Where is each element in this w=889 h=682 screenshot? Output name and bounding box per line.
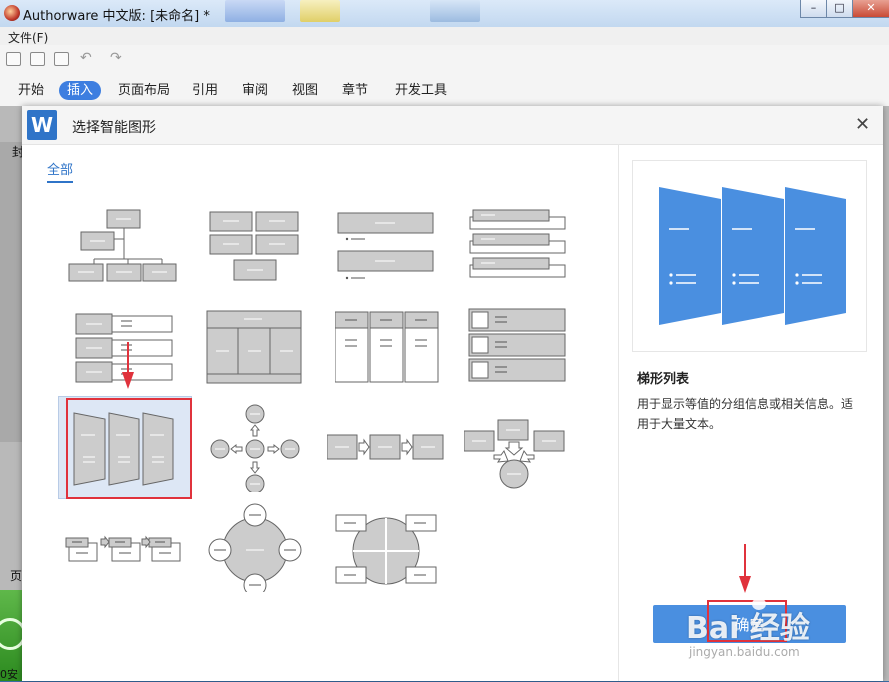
red-arrow-icon xyxy=(122,342,134,389)
window-title: Authorware 中文版: [未命名] * xyxy=(23,9,210,24)
ribbon-tabs: 开始 插入 页面布局 引用 审阅 视图 章节 开发工具 xyxy=(0,73,889,106)
minimize-button[interactable]: – xyxy=(800,0,827,18)
tab-page-layout[interactable]: 页面布局 xyxy=(118,81,170,100)
thumb-step-process[interactable] xyxy=(64,518,192,608)
thumb-column-cards[interactable] xyxy=(335,306,463,396)
dialog-title: 选择智能图形 xyxy=(72,120,156,136)
undo-icon[interactable]: ↶ xyxy=(80,50,92,66)
maximize-button[interactable]: □ xyxy=(826,0,853,18)
dialog-header: W 选择智能图形 ✕ xyxy=(22,106,883,145)
tab-insert[interactable]: 插入 xyxy=(59,81,102,100)
quick-access-toolbar: ↶ ↷ xyxy=(0,45,889,74)
thumb-organization-chart[interactable] xyxy=(64,201,192,291)
selected-graphic-name: 梯形列表 xyxy=(637,372,690,387)
save-icon[interactable] xyxy=(30,52,45,66)
thumb-stacked-list[interactable] xyxy=(335,201,463,291)
tab-start[interactable]: 开始 xyxy=(18,81,44,100)
redo-icon[interactable]: ↷ xyxy=(110,50,122,66)
wps-logo-icon: W xyxy=(27,110,57,140)
red-arrow-icon xyxy=(739,544,751,593)
window-titlebar: Authorware 中文版: [未命名] * – □ ✕ xyxy=(0,0,889,28)
left-edge-text: 页 xyxy=(10,569,23,583)
preview-trapezoid-list xyxy=(659,187,846,325)
thumb-segmented-circle[interactable] xyxy=(335,511,463,601)
taskbar-thumbnail xyxy=(300,0,340,22)
category-tab-all[interactable]: 全部 xyxy=(47,159,74,183)
taskbar-thumbnail xyxy=(225,0,285,22)
thumb-circle-cycle[interactable] xyxy=(204,502,332,592)
left-edge-text: 0安 xyxy=(0,668,18,681)
tab-review[interactable]: 审阅 xyxy=(242,81,268,100)
tab-view[interactable]: 视图 xyxy=(292,81,318,100)
menu-file[interactable]: 文件(F) xyxy=(8,29,48,46)
panel-divider xyxy=(618,144,619,681)
tab-references[interactable]: 引用 xyxy=(192,81,218,100)
thumb-table-columns[interactable] xyxy=(204,306,332,396)
app-icon xyxy=(4,5,20,21)
thumb-picture-rows[interactable] xyxy=(467,306,595,396)
open-icon[interactable] xyxy=(6,52,21,66)
taskbar-thumbnail xyxy=(430,0,480,22)
thumb-converging-arrows[interactable] xyxy=(464,402,592,492)
dialog-close-button[interactable]: ✕ xyxy=(855,114,870,135)
smartart-dialog: W 选择智能图形 ✕ 全部 梯形列表 用于显示等值的分组信息或相关信息。适用于大… xyxy=(22,106,883,681)
watermark-brand: Bai 经验 xyxy=(686,611,810,646)
thumb-process-arrows[interactable] xyxy=(327,402,455,492)
thumb-block-grid[interactable] xyxy=(204,201,332,291)
selected-graphic-description: 用于显示等值的分组信息或相关信息。适用于大量文本。 xyxy=(637,397,854,431)
tab-section[interactable]: 章节 xyxy=(342,81,368,100)
print-icon[interactable] xyxy=(54,52,69,66)
preview-panel xyxy=(632,160,867,352)
thumb-radial-arrows[interactable] xyxy=(204,402,332,492)
right-document-edge xyxy=(883,106,889,681)
window-close-button[interactable]: ✕ xyxy=(852,0,889,18)
watermark-url: jingyan.baidu.com xyxy=(689,645,800,659)
menubar: 文件(F) xyxy=(0,27,889,45)
selection-highlight xyxy=(66,398,192,499)
thumb-bracket-list[interactable] xyxy=(467,201,595,291)
tab-developer[interactable]: 开发工具 xyxy=(395,81,447,100)
